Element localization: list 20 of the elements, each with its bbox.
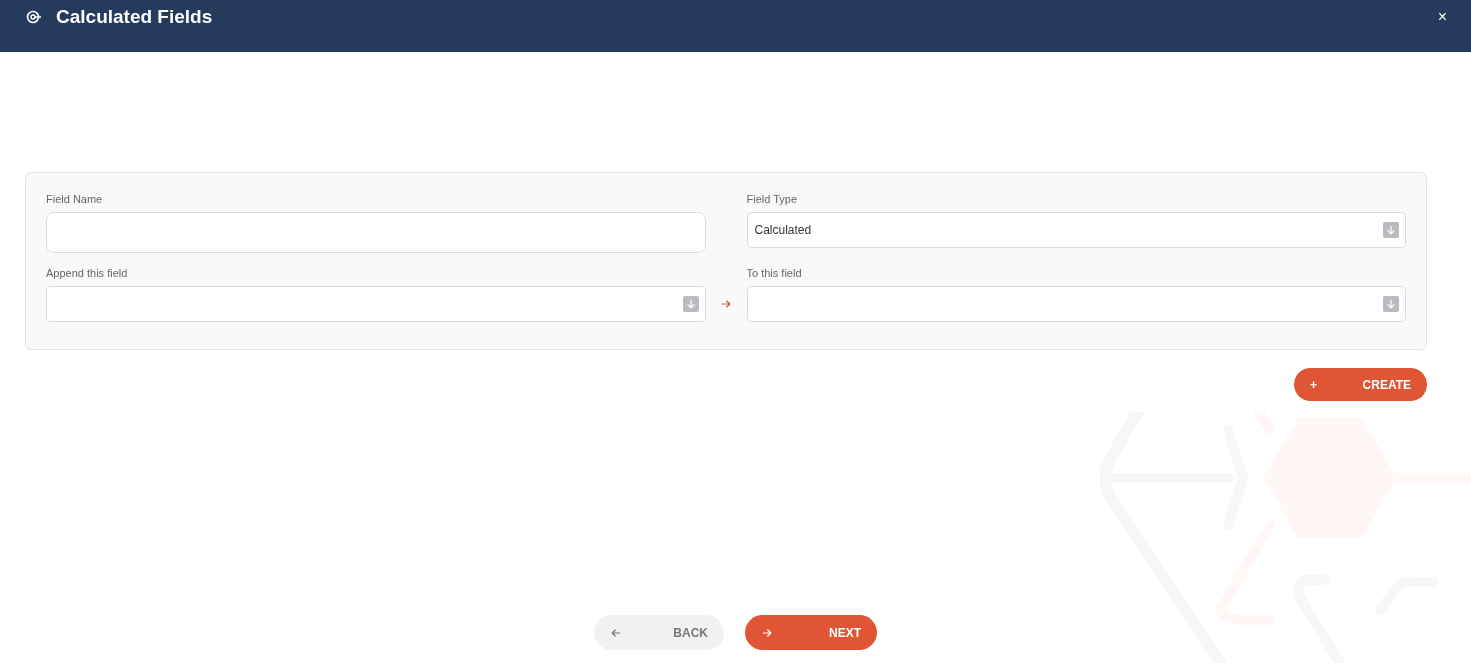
- field-label: Field Name: [46, 193, 104, 205]
- dropdown-field[interactable]: [746, 286, 1406, 322]
- field-label: To this field: [746, 267, 803, 279]
- input-field[interactable]: [46, 212, 706, 253]
- chevron-down-icon: [1383, 296, 1399, 312]
- arrow-left-icon: [610, 626, 622, 639]
- field-label: Append this field: [46, 267, 129, 279]
- target-icon: [26, 9, 42, 25]
- field-label: Field Type: [746, 193, 799, 205]
- arrow-right-icon: [720, 298, 732, 310]
- next-button[interactable]: NEXT: [745, 615, 877, 650]
- chevron-down-icon: [1383, 222, 1399, 238]
- dropdown-field[interactable]: [46, 286, 706, 322]
- create-button[interactable]: + CREATE: [1294, 368, 1427, 401]
- back-button[interactable]: BACK: [594, 615, 724, 650]
- window-title: Calculated Fields: [56, 6, 213, 28]
- dropdown-field[interactable]: Calculated: [746, 212, 1406, 248]
- close-button[interactable]: ×: [1437, 8, 1447, 26]
- arrow-right-icon: [761, 626, 773, 639]
- chevron-down-icon: [682, 296, 699, 312]
